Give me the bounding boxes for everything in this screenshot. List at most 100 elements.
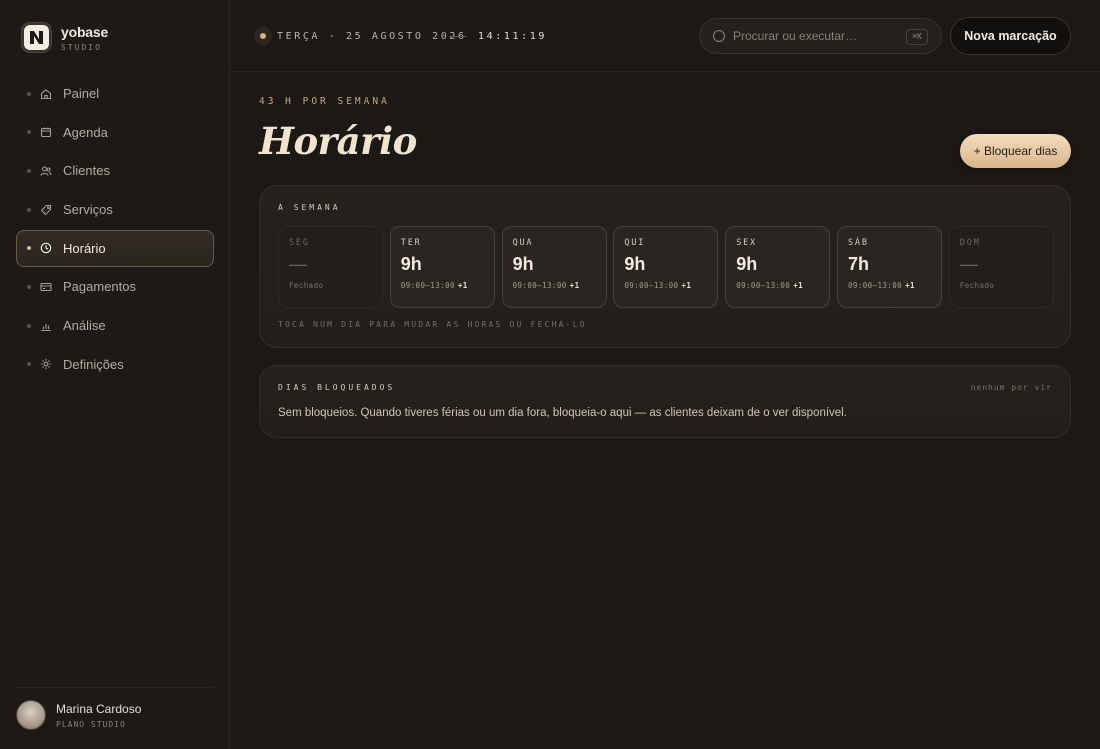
nav-dot [27, 323, 31, 328]
day-name: QUI [624, 238, 646, 248]
day-hours: 9h [400, 254, 422, 274]
search-icon [713, 30, 725, 42]
day-hours: 9h [512, 254, 534, 274]
day-extra-slots: +1 [681, 281, 692, 290]
gear-icon [40, 358, 52, 370]
days-row: SEG — Fechado TER 9h 09:00–13:00 +1 QUA 9… [278, 226, 1054, 308]
page-title: Horário [259, 119, 417, 163]
clock-icon [40, 242, 52, 254]
sidebar-item-agenda[interactable]: Agenda [16, 114, 214, 151]
day-range: Fechado [960, 281, 1053, 290]
current-time: 14:11:19 [478, 31, 547, 42]
home-icon [40, 88, 52, 100]
day-hours: 9h [736, 254, 758, 274]
day-name: DOM [959, 238, 981, 248]
sidebar-item-label: Definições [63, 356, 124, 372]
sidebar-item-label: Horário [63, 240, 106, 256]
nav-dot [27, 91, 31, 96]
blocked-card-label: DIAS BLOQUEADOS [278, 383, 396, 392]
sidebar-item-horario[interactable]: Horário [16, 229, 214, 267]
day-extra-slots: +1 [457, 281, 468, 290]
day-card-dom[interactable]: DOM — Fechado [948, 226, 1054, 308]
day-card-ter[interactable]: TER 9h 09:00–13:00 +1 [389, 226, 495, 308]
brand[interactable]: yobase STUDIO [22, 23, 108, 52]
day-range-text: 09:00–13:00 [736, 281, 791, 290]
day-name: TER [400, 238, 422, 248]
sidebar-item-definicoes[interactable]: Definições [16, 346, 214, 383]
day-card-sex[interactable]: SEX 9h 09:00–13:00 +1 [725, 226, 831, 308]
sidebar-nav: Painel Agenda Clientes Serviços Horário … [16, 75, 214, 385]
nav-dot [27, 246, 31, 251]
day-card-sab[interactable]: SÁB 7h 09:00–13:00 +1 [836, 226, 942, 308]
day-extra-slots: +1 [569, 281, 580, 290]
weekly-hours-label: 43 H POR SEMANA [259, 96, 390, 107]
blocked-days-card: DIAS BLOQUEADOS nenhum por vir Sem bloqu… [259, 365, 1071, 438]
day-card-seg[interactable]: SEG — Fechado [278, 226, 383, 308]
nav-dot [27, 207, 31, 212]
week-card-label: A SEMANA [278, 203, 341, 212]
sidebar-item-label: Análise [63, 318, 106, 334]
tag-icon [40, 204, 52, 216]
day-range: Fechado [289, 281, 382, 290]
day-name: QUA [512, 238, 534, 248]
topbar: TERÇA · 25 AGOSTO 2026 14:11:19 ⌘K Nova … [230, 0, 1100, 72]
week-card: A SEMANA SEG — Fechado TER 9h 09:00–13:0… [259, 185, 1071, 348]
nav-dot [27, 284, 31, 289]
bar-chart-icon [40, 320, 52, 332]
week-hint: TOCA NUM DIA PARA MUDAR AS HORAS OU FECH… [278, 320, 587, 329]
search-bar[interactable]: ⌘K [699, 18, 942, 54]
users-icon [40, 165, 52, 177]
day-range: 09:00–13:00 +1 [848, 281, 941, 290]
day-range-text: 09:00–13:00 [847, 281, 903, 290]
sidebar-item-pagamentos[interactable]: Pagamentos [16, 268, 214, 305]
day-hours: — [959, 254, 978, 274]
nav-dot [27, 168, 31, 173]
day-hours: 9h [624, 254, 646, 274]
day-range-text: 09:00–13:00 [400, 281, 455, 290]
sidebar-item-label: Serviços [63, 202, 113, 218]
nav-dot [27, 362, 31, 367]
sidebar-item-label: Painel [63, 86, 100, 101]
day-extra-slots: +1 [793, 281, 804, 290]
day-range-text: 09:00–13:00 [624, 281, 679, 290]
yobase-logo-icon [22, 23, 51, 52]
brand-subtitle: STUDIO [61, 42, 102, 52]
day-range: 09:00–13:00 +1 [513, 281, 606, 290]
day-name: SEX [736, 238, 757, 248]
day-range: 09:00–13:00 +1 [736, 281, 829, 290]
day-hours: 7h [847, 254, 869, 274]
sidebar-item-clientes[interactable]: Clientes [16, 152, 214, 189]
day-card-qua[interactable]: QUA 9h 09:00–13:00 +1 [501, 226, 607, 308]
new-booking-button[interactable]: Nova marcação [950, 17, 1071, 55]
user-plan: PLANO STUDIO [56, 719, 126, 729]
sidebar: yobase STUDIO Painel Agenda Clientes Ser… [0, 0, 230, 749]
day-range-text: Fechado [959, 281, 995, 290]
user-name: Marina Cardoso [56, 701, 142, 716]
day-name: SEG [289, 238, 310, 248]
sidebar-item-label: Agenda [63, 124, 108, 140]
current-date: TERÇA · 25 AGOSTO 2026 [277, 31, 467, 42]
block-days-button[interactable]: + Bloquear dias [960, 134, 1071, 168]
calendar-icon [40, 126, 52, 138]
sidebar-item-label: Pagamentos [63, 279, 136, 295]
sidebar-item-analise[interactable]: Análise [16, 307, 214, 344]
user-profile[interactable]: Marina Cardoso PLANO STUDIO [16, 700, 141, 730]
sidebar-item-servicos[interactable]: Serviços [16, 191, 214, 228]
blocked-upcoming-count: nenhum por vir [970, 383, 1052, 392]
search-input[interactable] [733, 29, 893, 43]
sidebar-item-label: Clientes [63, 163, 110, 179]
day-extra-slots: +1 [905, 281, 915, 290]
day-range-text: Fechado [289, 281, 324, 290]
blocked-empty-text: Sem bloqueios. Quando tiveres férias ou … [278, 407, 847, 419]
card-icon [40, 281, 52, 293]
day-range: 09:00–13:00 +1 [624, 281, 717, 290]
brand-name: yobase [61, 23, 109, 40]
sidebar-divider [16, 687, 214, 688]
avatar [16, 700, 46, 730]
nav-dot [27, 130, 31, 135]
date-separator [449, 36, 466, 37]
sidebar-item-painel[interactable]: Painel [16, 75, 214, 112]
day-card-qui[interactable]: QUI 9h 09:00–13:00 +1 [613, 226, 719, 308]
day-hours: — [289, 254, 307, 274]
day-range: 09:00–13:00 +1 [401, 281, 494, 290]
